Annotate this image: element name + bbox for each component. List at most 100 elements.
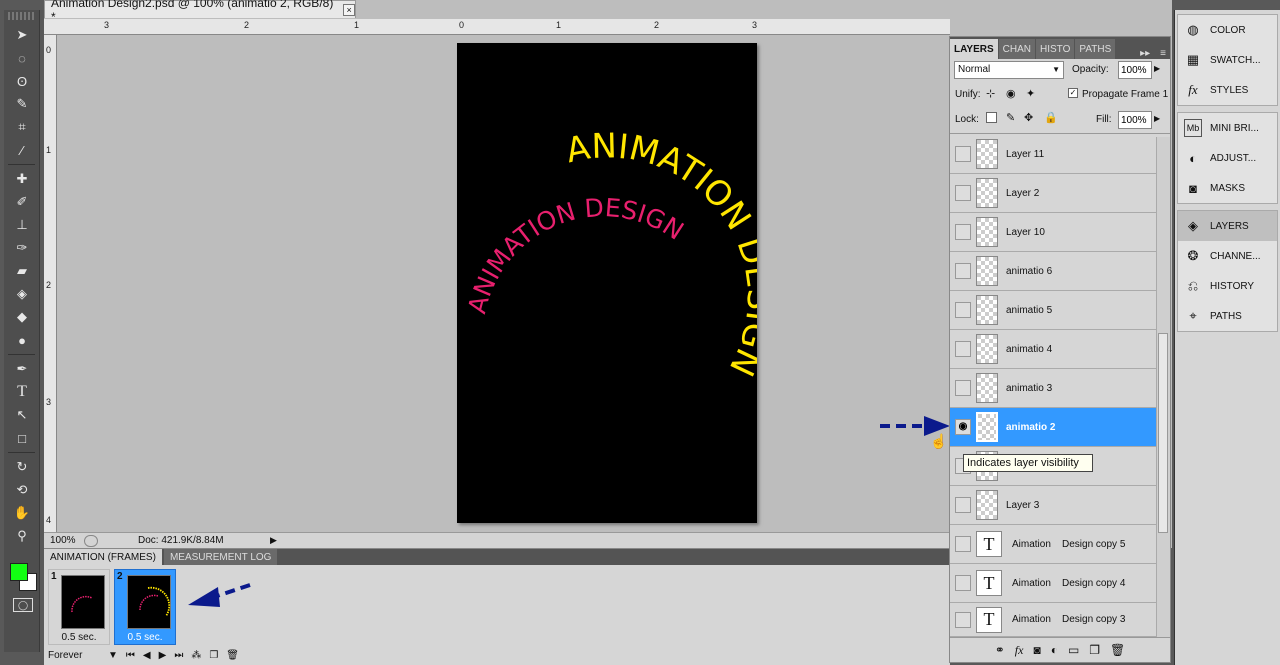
layer-style-icon[interactable]: fx: [1015, 643, 1024, 658]
dock-item-layers[interactable]: ◈ LAYERS: [1178, 211, 1277, 241]
3d-rotate-tool-icon[interactable]: ↻: [6, 456, 38, 478]
vertical-ruler[interactable]: 0 1 2 3 4: [44, 35, 57, 532]
fill-input[interactable]: [1118, 111, 1152, 129]
tab-layers[interactable]: LAYERS: [950, 39, 998, 59]
visibility-toggle[interactable]: [955, 263, 971, 279]
layer-row[interactable]: Layer 3: [950, 486, 1156, 525]
dropdown-arrow-icon[interactable]: ▼: [108, 650, 118, 661]
document-tab[interactable]: Animation Design2.psd @ 100% (animatio 2…: [44, 0, 356, 24]
lock-position-icon[interactable]: ✥: [1024, 111, 1033, 124]
layer-row[interactable]: animatio 3: [950, 369, 1156, 408]
next-frame-icon[interactable]: ⏭: [174, 650, 183, 661]
dock-item-color[interactable]: ◍ COLOR: [1178, 15, 1277, 45]
dock-item-masks[interactable]: ◙ MASKS: [1178, 173, 1277, 203]
new-layer-icon[interactable]: ❐: [1089, 643, 1100, 657]
zoom-level[interactable]: 100%: [44, 535, 84, 546]
foreground-color-swatch[interactable]: [10, 563, 28, 581]
hand-tool-icon[interactable]: ✋: [6, 502, 38, 524]
unify-style-icon[interactable]: ✦: [1026, 87, 1035, 100]
tab-measurement-log[interactable]: MEASUREMENT LOG: [163, 549, 278, 565]
path-select-tool-icon[interactable]: ↖: [6, 404, 38, 426]
tab-animation-frames[interactable]: ANIMATION (FRAMES): [44, 549, 162, 565]
layer-row[interactable]: animatio 4: [950, 330, 1156, 369]
eyedropper-tool-icon[interactable]: ⁄: [6, 139, 38, 161]
dock-item-swatches[interactable]: ▦ SWATCH...: [1178, 45, 1277, 75]
dodge-tool-icon[interactable]: ●: [6, 329, 38, 351]
panel-grip[interactable]: [8, 12, 35, 20]
tween-icon[interactable]: ⁂: [191, 650, 201, 661]
animation-frame[interactable]: 1 0.5 sec.: [48, 569, 110, 645]
fill-slider-arrow-icon[interactable]: ▶: [1154, 114, 1160, 123]
trash-icon[interactable]: 🗑: [226, 650, 239, 661]
adjustment-layer-icon[interactable]: ◐: [1051, 643, 1058, 657]
visibility-toggle[interactable]: [955, 611, 971, 628]
frame-duration[interactable]: 0.5 sec.: [49, 632, 109, 643]
brush-tool-icon[interactable]: ✐: [6, 191, 38, 213]
dock-item-mini-bridge[interactable]: Mb MINI BRI...: [1178, 113, 1277, 143]
visibility-toggle[interactable]: [955, 146, 971, 162]
dock-item-paths[interactable]: ⌖ PATHS: [1178, 301, 1277, 331]
opacity-slider-arrow-icon[interactable]: ▶: [1154, 64, 1160, 73]
dock-item-styles[interactable]: fx STYLES: [1178, 75, 1277, 105]
lock-pixels-icon[interactable]: ✎: [1006, 111, 1015, 124]
link-layers-icon[interactable]: ⚭: [995, 643, 1005, 657]
visibility-toggle[interactable]: [955, 497, 971, 513]
visibility-toggle[interactable]: [955, 575, 971, 591]
crop-tool-icon[interactable]: ⌗: [6, 116, 38, 138]
animation-frame-selected[interactable]: 2 0.5 sec.: [114, 569, 176, 645]
status-icon[interactable]: [84, 534, 98, 547]
pen-tool-icon[interactable]: ✒: [6, 358, 38, 380]
lock-transparency-icon[interactable]: [986, 112, 997, 123]
add-mask-icon[interactable]: ◙: [1033, 643, 1040, 657]
previous-frame-icon[interactable]: ◀: [143, 650, 151, 661]
type-tool-icon[interactable]: T: [6, 381, 38, 403]
zoom-tool-icon[interactable]: ⚲: [6, 525, 38, 547]
layer-row[interactable]: Layer 2: [950, 174, 1156, 213]
layer-row-selected[interactable]: ◉ animatio 2: [950, 408, 1156, 447]
blur-tool-icon[interactable]: ◆: [6, 306, 38, 328]
healing-tool-icon[interactable]: ✚: [6, 168, 38, 190]
opacity-input[interactable]: [1118, 61, 1152, 79]
collapse-icon[interactable]: ▸▸: [1134, 48, 1156, 59]
layer-row[interactable]: animatio 5: [950, 291, 1156, 330]
visibility-toggle[interactable]: [955, 536, 971, 552]
eraser-tool-icon[interactable]: ▰: [6, 260, 38, 282]
trash-icon[interactable]: 🗑: [1110, 643, 1125, 657]
lock-all-icon[interactable]: 🔒: [1044, 111, 1058, 124]
propagate-checkbox[interactable]: ✓: [1068, 88, 1078, 98]
layer-row[interactable]: Layer 10: [950, 213, 1156, 252]
status-menu-arrow-icon[interactable]: ▶: [270, 535, 277, 546]
dock-item-history[interactable]: ⎌ HISTORY: [1178, 271, 1277, 301]
unify-visibility-icon[interactable]: ◉: [1006, 87, 1016, 100]
panel-menu-icon[interactable]: ≡: [1156, 48, 1170, 59]
layer-row[interactable]: T Aimation Design copy 4: [950, 564, 1156, 603]
gradient-tool-icon[interactable]: ◈: [6, 283, 38, 305]
visibility-toggle[interactable]: [955, 224, 971, 240]
eye-icon[interactable]: ◉: [955, 419, 971, 435]
first-frame-icon[interactable]: ⏮: [126, 650, 135, 661]
move-tool-icon[interactable]: ➤: [6, 24, 38, 46]
layer-row[interactable]: animatio 6: [950, 252, 1156, 291]
layer-row[interactable]: T Aimation Design copy 3: [950, 603, 1156, 637]
lasso-tool-icon[interactable]: ʘ: [6, 70, 38, 92]
new-group-icon[interactable]: ▭: [1068, 643, 1079, 657]
horizontal-ruler[interactable]: 3 2 1 0 1 2 3: [44, 19, 950, 35]
stamp-tool-icon[interactable]: ⊥: [6, 214, 38, 236]
layers-scrollbar[interactable]: [1156, 137, 1170, 637]
tab-history[interactable]: HISTO: [1036, 39, 1075, 59]
marquee-tool-icon[interactable]: ◌: [6, 47, 38, 69]
loop-select[interactable]: Forever: [48, 650, 100, 661]
close-icon[interactable]: ×: [343, 3, 355, 16]
scrollbar-thumb[interactable]: [1158, 333, 1168, 533]
shape-tool-icon[interactable]: □: [6, 427, 38, 449]
quick-mask-icon[interactable]: ◯: [13, 598, 33, 612]
frame-duration[interactable]: 0.5 sec.: [115, 632, 175, 643]
blend-mode-select[interactable]: Normal ▼: [954, 61, 1064, 79]
tab-channels[interactable]: CHAN: [998, 39, 1035, 59]
tab-paths[interactable]: PATHS: [1075, 39, 1116, 59]
3d-orbit-tool-icon[interactable]: ⟲: [6, 479, 38, 501]
visibility-toggle[interactable]: [955, 380, 971, 396]
visibility-toggle[interactable]: [955, 302, 971, 318]
layer-row[interactable]: T Aimation Design copy 5: [950, 525, 1156, 564]
visibility-toggle[interactable]: [955, 341, 971, 357]
